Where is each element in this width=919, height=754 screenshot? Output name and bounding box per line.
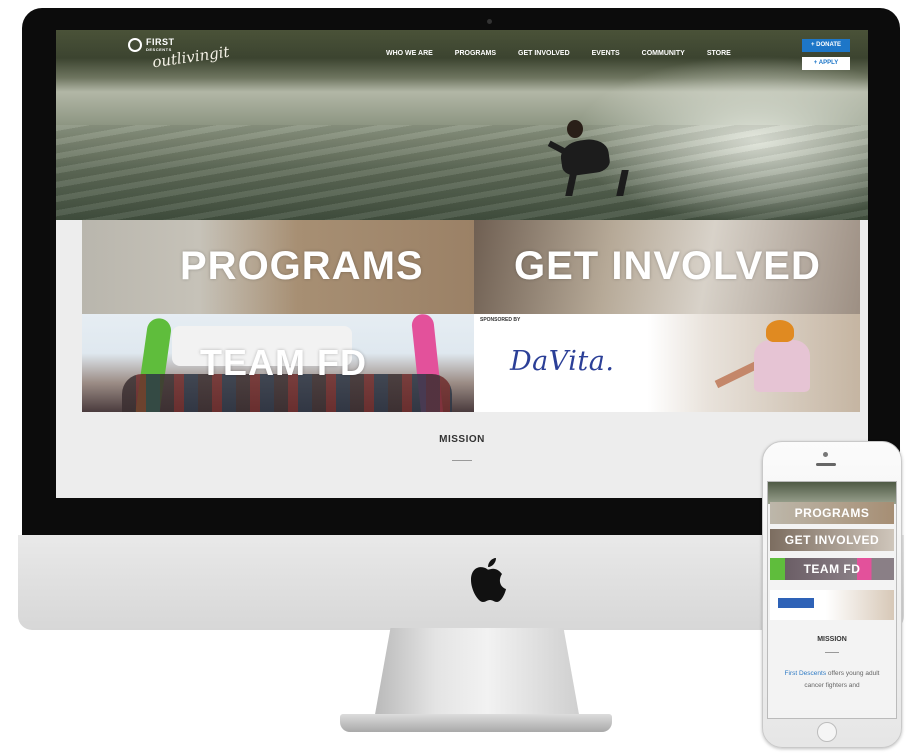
sponsor-caption: SPONSORED BY — [480, 317, 521, 323]
mission-heading: MISSION — [439, 434, 485, 445]
nav-programs[interactable]: PROGRAMS — [455, 50, 496, 57]
nav-store[interactable]: STORE — [707, 50, 731, 57]
imac-camera — [487, 19, 492, 24]
sponsor-tile[interactable]: SPONSORED BY DaVita. — [474, 314, 860, 412]
mobile-sponsor-logo — [778, 598, 814, 608]
get-involved-tile[interactable]: GET INVOLVED — [474, 220, 860, 314]
surfer-legs — [565, 170, 629, 196]
iphone-speaker — [816, 463, 836, 466]
nav-get-involved[interactable]: GET INVOLVED — [518, 50, 570, 57]
programs-tile[interactable]: PROGRAMS — [82, 220, 474, 314]
mission-divider — [452, 460, 472, 461]
main-nav: WHO WE ARE PROGRAMS GET INVOLVED EVENTS … — [386, 50, 753, 57]
mobile-programs-tile[interactable]: PROGRAMS — [770, 502, 894, 524]
apple-logo-icon — [471, 558, 506, 602]
imac-screen: FIRST DESCENTS outlivingit WHO WE ARE PR… — [56, 30, 868, 498]
surfer-head — [567, 120, 583, 138]
rider-helmet — [766, 320, 794, 342]
mobile-get-involved-tile[interactable]: GET INVOLVED — [770, 529, 894, 551]
davita-logo: DaVita. — [510, 346, 615, 377]
imac-stand-base — [340, 714, 612, 732]
mobile-mission-link[interactable]: First Descents — [785, 670, 827, 677]
iphone-camera — [823, 452, 828, 457]
mobile-mission-heading: MISSION — [817, 636, 847, 643]
iphone-home-button[interactable] — [817, 722, 837, 742]
mobile-mission-divider — [825, 652, 839, 653]
mobile-sponsor-tile[interactable] — [770, 590, 894, 620]
team-fd-tile[interactable]: TEAM FD — [82, 314, 474, 412]
imac-stand — [374, 628, 580, 720]
mobile-hero — [768, 482, 896, 504]
programs-tile-label: PROGRAMS — [180, 244, 424, 288]
nav-events[interactable]: EVENTS — [592, 50, 620, 57]
rider-figure — [754, 340, 810, 392]
apply-button[interactable]: + APPLY — [802, 57, 850, 70]
mobile-team-fd-tile[interactable]: TEAM FD — [770, 558, 894, 580]
mobile-mission-text: First Descents offers young adult cancer… — [774, 668, 890, 692]
nav-community[interactable]: COMMUNITY — [642, 50, 685, 57]
hero-wave-texture — [56, 125, 868, 220]
nav-who-we-are[interactable]: WHO WE ARE — [386, 50, 433, 57]
get-involved-tile-label: GET INVOLVED — [514, 244, 821, 288]
iphone-screen: PROGRAMS GET INVOLVED TEAM FD MISSION Fi… — [767, 481, 897, 719]
site-logo-icon[interactable] — [128, 38, 142, 52]
team-fd-tile-label: TEAM FD — [200, 342, 367, 383]
donate-button[interactable]: + DONATE — [802, 39, 850, 52]
logo-line-1: FIRST — [146, 37, 175, 47]
